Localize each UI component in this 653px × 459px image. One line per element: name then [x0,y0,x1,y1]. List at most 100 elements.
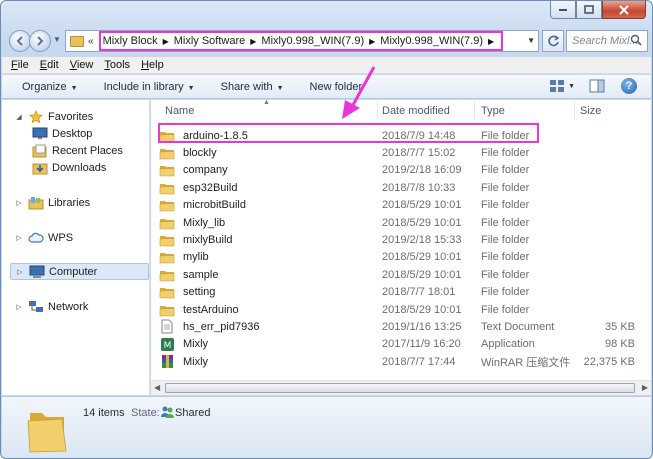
folder-icon [159,146,175,160]
chevron-right-icon[interactable]: ▶ [488,37,494,46]
table-row[interactable]: setting 2018/7/7 18:01 File folder [159,284,639,301]
column-header-name[interactable]: Name [165,100,375,122]
chevron-right-icon[interactable]: ▶ [369,37,375,46]
back-button[interactable] [9,30,31,52]
nav-downloads[interactable]: Downloads [32,159,106,176]
table-row[interactable]: company 2019/2/18 16:09 File folder [159,162,639,179]
scrollbar-thumb[interactable] [165,383,635,393]
folder-icon [159,250,175,264]
downloads-icon [32,161,48,175]
command-bar-right: ▼ ? [535,78,637,94]
close-button[interactable] [602,1,646,19]
file-date: 2018/7/8 10:33 [382,181,456,194]
table-row[interactable]: microbitBuild 2018/5/29 10:01 File folder [159,197,639,214]
file-size: 22,375 KB [583,355,635,368]
nav-computer[interactable]: ▷ Computer [10,263,149,280]
state-label: State: [131,407,160,419]
include-in-library-button[interactable]: Include in library ▼ [104,81,195,93]
preview-pane-icon[interactable] [589,79,605,93]
nav-desktop[interactable]: Desktop [32,125,92,142]
menu-view[interactable]: View [70,59,94,71]
table-row[interactable]: esp32Build 2018/7/8 10:33 File folder [159,179,639,196]
double-chevron-icon[interactable]: « [88,36,94,47]
breadcrumb-item[interactable]: Mixly0.998_WIN(7.9) ▶ [261,35,380,47]
table-row[interactable]: Mixly_lib 2018/5/29 10:01 File folder [159,214,639,231]
column-header-size[interactable]: Size [580,100,640,122]
sort-ascending-icon: ▲ [263,99,270,106]
nav-network[interactable]: ▷ Network [14,298,88,315]
address-dropdown-icon[interactable]: ▼ [527,36,535,45]
table-row[interactable]: hs_err_pid7936 2019/1/16 13:25 Text Docume… [159,318,639,335]
file-date: 2018/7/7 17:44 [382,355,456,368]
column-divider[interactable] [574,102,575,120]
chevron-down-icon: ▼ [568,82,575,90]
menu-help[interactable]: Help [141,59,164,71]
table-row[interactable]: mixlyBuild 2019/2/18 15:33 File folder [159,231,639,248]
file-name: testArduino [183,303,239,316]
folder-icon [159,303,175,317]
view-options-button[interactable]: ▼ [535,79,575,93]
folder-icon [27,413,67,453]
table-row[interactable]: testArduino 2018/5/29 10:01 File folder [159,301,639,318]
column-divider[interactable] [474,102,475,120]
search-input[interactable]: Search Mixl... [566,30,648,52]
expand-icon[interactable]: ◢ [14,113,24,121]
column-header-date[interactable]: Date modified [382,100,476,122]
help-icon[interactable]: ? [621,78,637,94]
new-folder-button[interactable]: New folder [310,81,363,93]
file-type: WinRAR 压缩文件 [481,356,571,369]
minimize-button[interactable] [550,1,576,19]
file-name: esp32Build [183,181,238,194]
folder-icon [159,233,175,247]
file-name: hs_err_pid7936 [183,320,260,333]
explorer-window: ▼ « Mixly Block ▶ Mixly Software ▶ Mixly0.… [0,0,653,459]
breadcrumb-item[interactable]: Mixly Software ▶ [174,35,262,47]
recent-pages-dropdown[interactable]: ▼ [53,35,61,44]
file-date: 2018/5/29 10:01 [382,216,462,229]
nav-recent-places[interactable]: Recent Places [32,142,123,159]
menu-tools[interactable]: Tools [104,59,130,71]
text-document-icon [159,319,175,334]
file-name: Mixly [183,355,209,368]
share-with-button[interactable]: Share with ▼ [221,81,284,93]
menu-file[interactable]: File [11,59,29,71]
collapse-icon[interactable]: ▷ [14,303,24,311]
nav-libraries[interactable]: ▷ Libraries [14,194,90,211]
column-divider[interactable] [377,102,378,120]
file-type: File folder [481,181,530,194]
breadcrumb-item[interactable]: Mixly Block ▶ [103,35,174,47]
nav-wps[interactable]: ▷ WPS [14,229,73,246]
scroll-left-icon[interactable]: ◀ [154,383,160,392]
horizontal-scrollbar[interactable]: ◀ ▶ [151,380,651,395]
table-row[interactable]: Mixly 2018/7/7 17:44 WinRAR 压缩文件 22,375 KB [159,353,639,370]
collapse-icon[interactable]: ▷ [14,199,24,207]
refresh-button[interactable] [542,30,564,52]
scroll-right-icon[interactable]: ▶ [642,383,648,392]
breadcrumb-item[interactable]: Mixly0.998_WIN(7.9) ▶ [380,35,499,47]
column-header-type[interactable]: Type [481,100,575,122]
file-date: 2019/1/16 13:25 [382,320,462,333]
chevron-right-icon[interactable]: ▶ [163,37,169,46]
nav-favorites[interactable]: ◢ Favorites [14,108,93,125]
breadcrumb: Mixly Block ▶ Mixly Software ▶ Mixly0.998_… [98,31,504,51]
search-icon[interactable] [630,34,642,49]
table-row[interactable]: mylib 2018/5/29 10:01 File folder [159,249,639,266]
organize-button[interactable]: Organize ▼ [22,81,78,93]
collapse-icon[interactable]: ▷ [14,234,24,242]
table-row[interactable]: M Mixly 2017/11/9 16:20 Application 98 KB [159,336,639,353]
search-placeholder: Search Mixl... [572,35,639,47]
menu-edit[interactable]: Edit [40,59,59,71]
forward-button[interactable] [29,30,51,52]
file-date: 2019/2/18 15:33 [382,233,462,246]
file-date: 2018/5/29 10:01 [382,303,462,316]
collapse-icon[interactable]: ▷ [15,268,25,276]
chevron-right-icon[interactable]: ▶ [250,37,256,46]
address-bar[interactable]: « Mixly Block ▶ Mixly Software ▶ Mixly0.99… [65,30,539,52]
file-name: sample [183,268,219,281]
file-date: 2018/5/29 10:01 [382,199,462,212]
table-row[interactable]: blockly 2018/7/7 15:02 File folder [159,144,639,161]
table-row[interactable]: sample 2018/5/29 10:01 File folder [159,266,639,283]
forward-arrow-icon [37,36,44,46]
maximize-button[interactable] [576,1,602,19]
view-icon [550,80,565,92]
